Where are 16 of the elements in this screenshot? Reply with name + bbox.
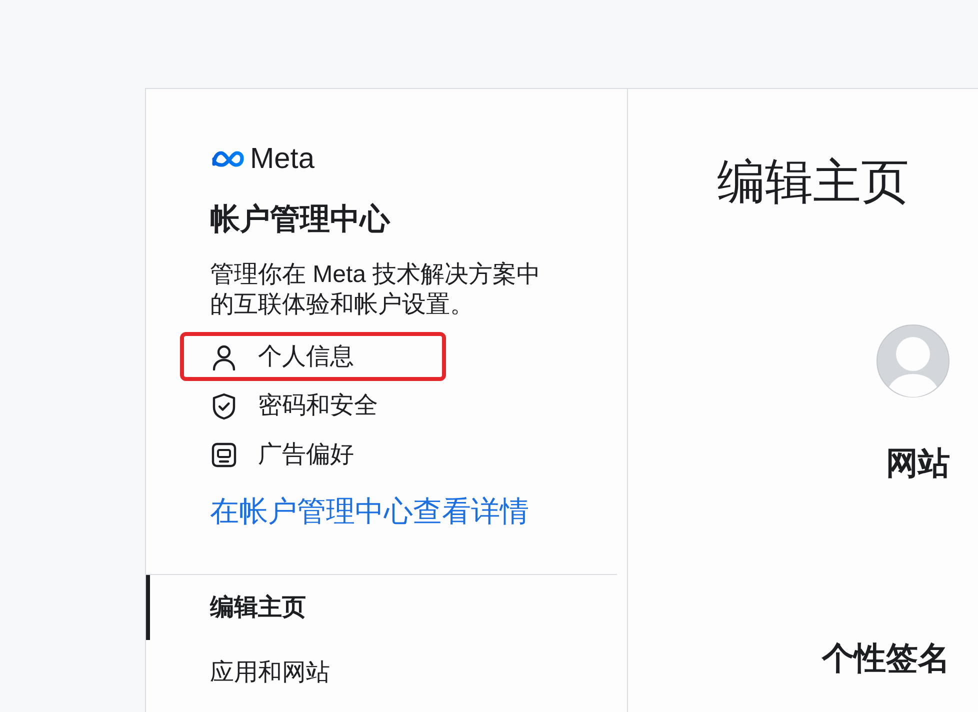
- field-label: 网站: [886, 444, 950, 482]
- details-link[interactable]: 在帐户管理中心查看详情: [210, 495, 529, 530]
- shield-check-icon: [210, 392, 238, 420]
- field-label: 个性签名: [822, 639, 950, 677]
- page-title: 编辑主页: [717, 155, 910, 211]
- person-icon: [210, 342, 238, 370]
- menu-item[interactable]: 广告偏好: [180, 430, 446, 479]
- billboard-icon: [210, 440, 238, 468]
- section-title: 帐户管理中心: [210, 202, 392, 238]
- avatar-icon: [876, 324, 950, 398]
- sidebar-item[interactable]: 应用和网站: [146, 640, 627, 705]
- section-description: 管理你在 Meta 技术解决方案中的互联体验和帐户设置。: [210, 260, 542, 320]
- menu-item[interactable]: 密码和安全: [180, 381, 446, 430]
- menu-item[interactable]: 个人信息: [180, 332, 446, 381]
- sidebar-item[interactable]: 编辑主页: [146, 575, 627, 640]
- logo-text: Meta: [250, 146, 314, 172]
